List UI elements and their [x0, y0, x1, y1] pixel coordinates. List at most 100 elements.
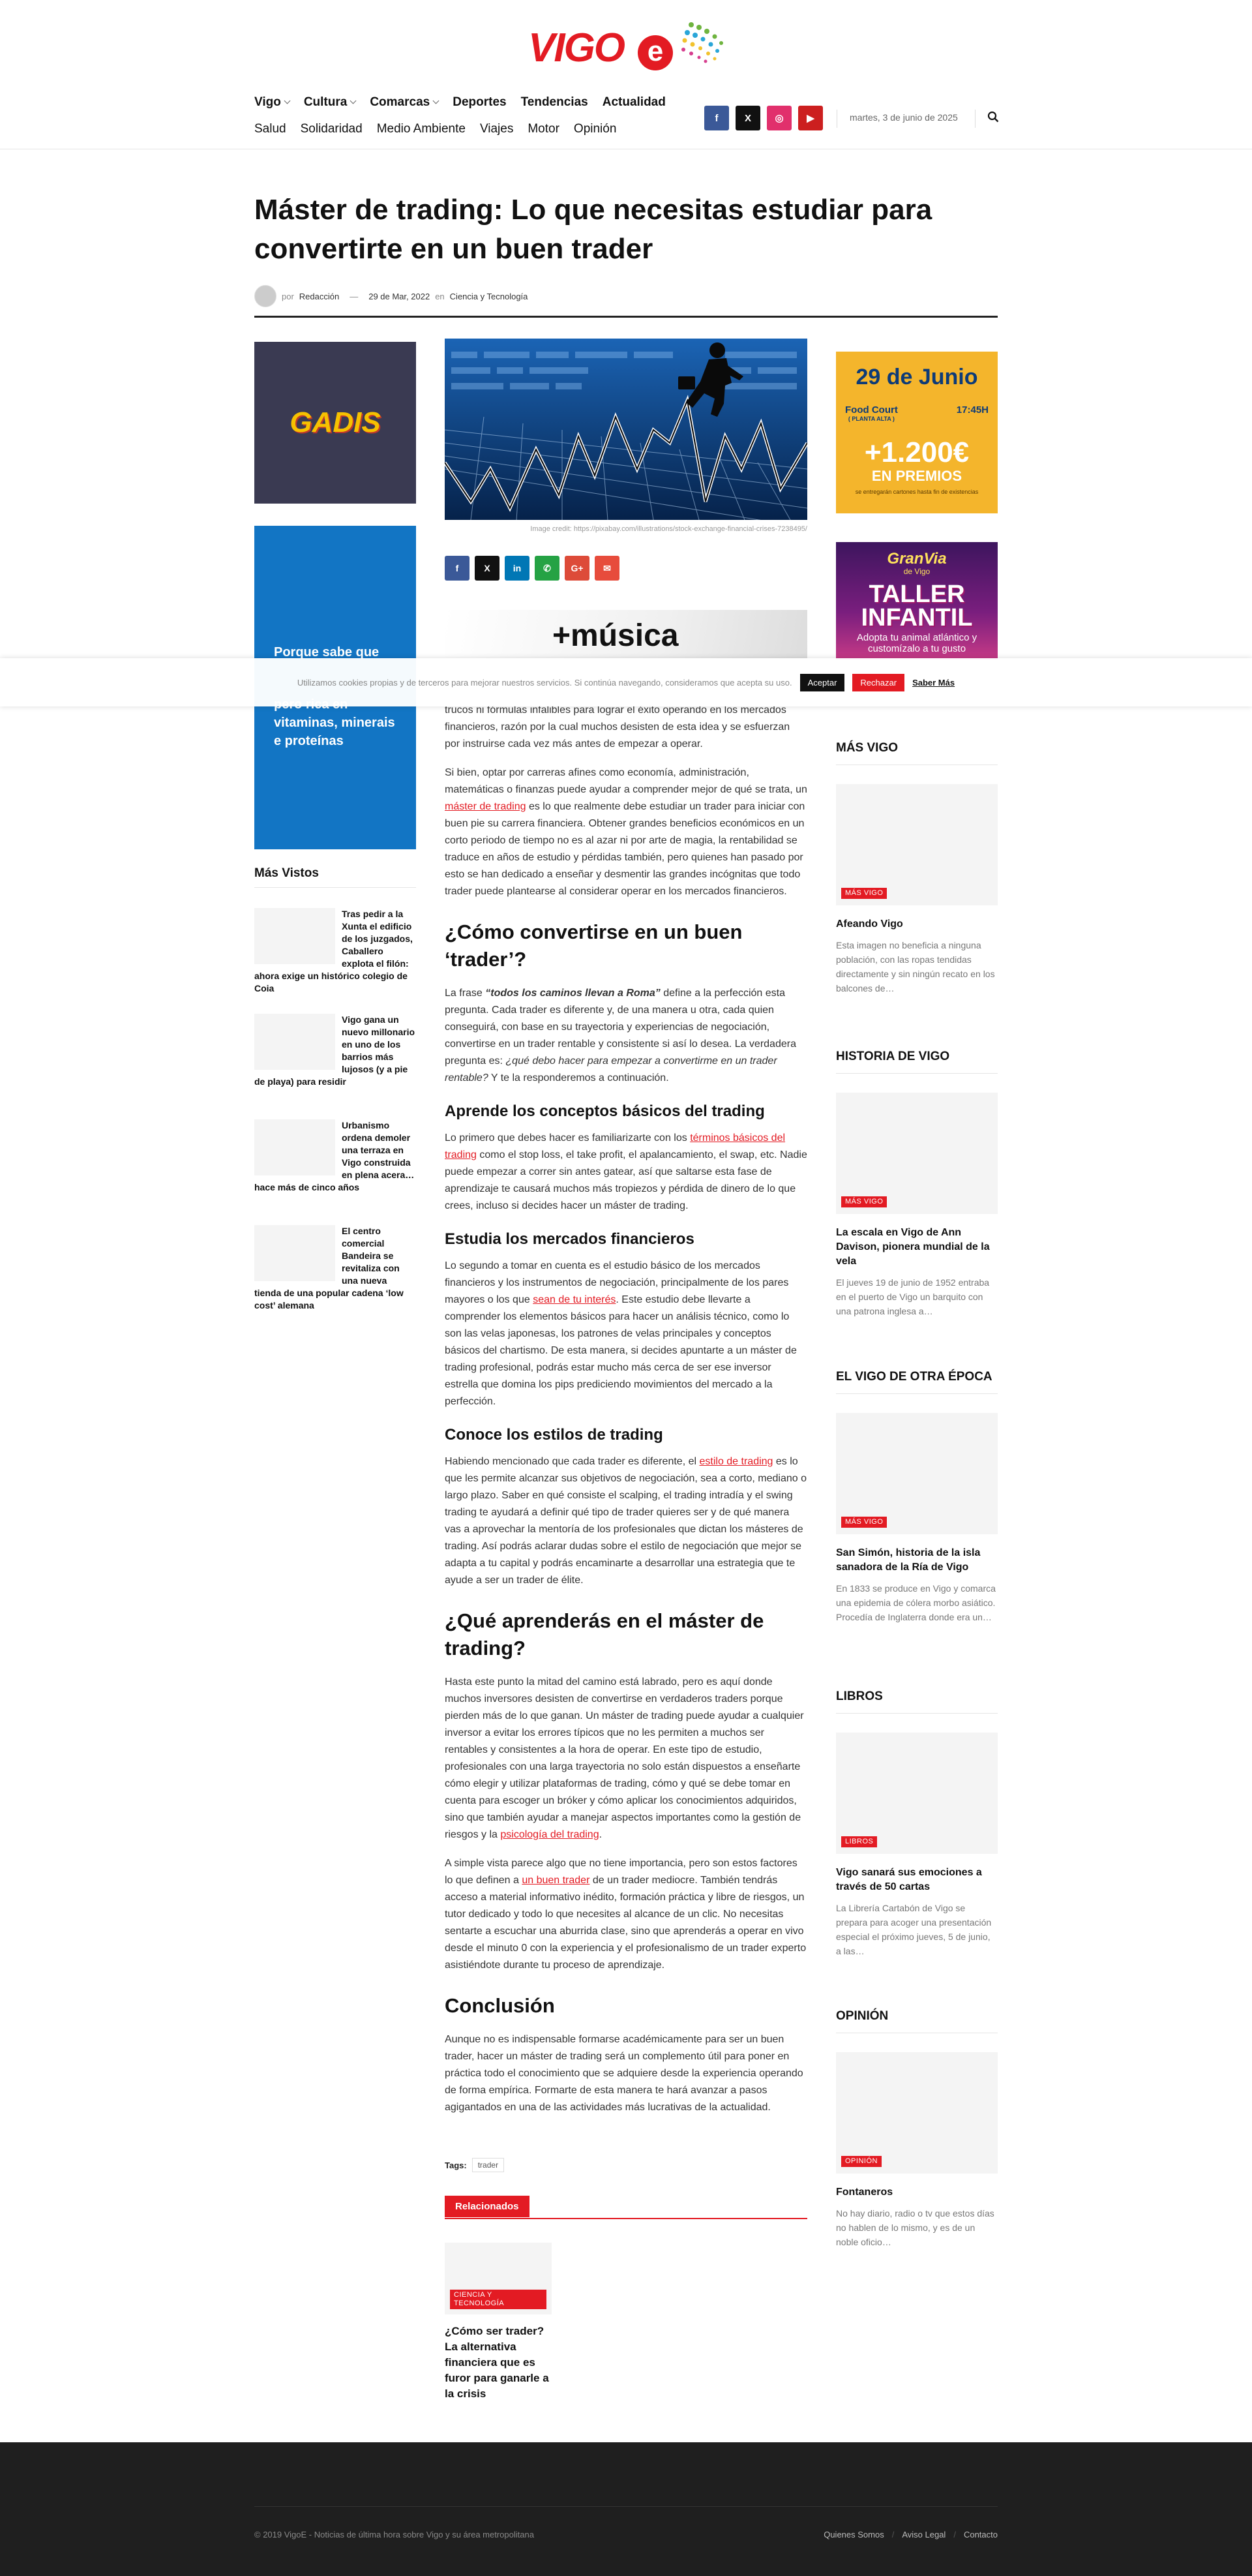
- related-title[interactable]: ¿Cómo ser trader? La alternativa financi…: [445, 2324, 552, 2402]
- granvia-ad[interactable]: GranVia de Vigo TALLER INFANTIL Adopta tu…: [836, 542, 998, 659]
- gadis-ad[interactable]: GADIS: [254, 342, 416, 504]
- share-x-button[interactable]: X: [475, 556, 499, 581]
- mas-vistos-item[interactable]: El centro comercial Bandeira se revitali…: [254, 1225, 416, 1312]
- title-divider: [254, 316, 998, 318]
- share-email-button[interactable]: ✉: [595, 556, 619, 581]
- stock-chart-illustration: [445, 339, 807, 520]
- nav-item-0[interactable]: Salud: [254, 122, 286, 136]
- junio-ad[interactable]: 29 de Junio Food Court( PLANTA ALTA ) 17…: [836, 352, 998, 513]
- sidebar-card[interactable]: Libros Vigo sanará sus emociones a través…: [836, 1733, 998, 1958]
- article-date[interactable]: 29 de Mar, 2022: [368, 292, 430, 301]
- nav-item-3[interactable]: Viajes: [480, 122, 513, 136]
- tag-link[interactable]: trader: [471, 2158, 505, 2172]
- youtube-icon[interactable]: ▶: [798, 106, 823, 130]
- nav-item-actualidad[interactable]: Actualidad: [603, 95, 666, 110]
- nav-item-1[interactable]: Solidaridad: [301, 122, 363, 136]
- nav-item-vigo[interactable]: Vigo: [254, 95, 290, 110]
- sidebar-card-excerpt: Esta imagen no beneficia a ninguna pobla…: [836, 940, 995, 993]
- musica-ad[interactable]: +música: [445, 610, 807, 659]
- facebook-icon[interactable]: f: [704, 106, 729, 130]
- nav-item-4[interactable]: Motor: [528, 122, 559, 136]
- related-badge[interactable]: Ciencia y Tecnología: [450, 2290, 546, 2309]
- sidebar-thumbnail[interactable]: Más Vigo: [836, 784, 998, 905]
- share-linkedin-button[interactable]: in: [505, 556, 529, 581]
- author-avatar[interactable]: [254, 285, 276, 307]
- related-thumbnail[interactable]: Ciencia y Tecnología: [445, 2243, 552, 2314]
- nav-item-2[interactable]: Medio Ambiente: [377, 122, 466, 136]
- page: VIGO e Vigo Cultura Comarcas Deportes Tenden…: [0, 0, 1252, 2576]
- meta-by: por: [282, 291, 294, 301]
- junio-date: 29 de Junio: [856, 365, 978, 389]
- sidebar-thumbnail[interactable]: Más Vigo: [836, 1093, 998, 1214]
- inline-link[interactable]: psicología del trading: [500, 1829, 599, 1840]
- mas-vistos-thumbnail[interactable]: [254, 1014, 335, 1070]
- author-link[interactable]: Redacción: [299, 292, 339, 301]
- share-whatsapp-button[interactable]: ✆: [535, 556, 559, 581]
- nav-item-5[interactable]: Opinión: [574, 122, 617, 136]
- article-title: Máster de trading: Lo que necesitas estu…: [254, 194, 932, 265]
- mas-vistos-item[interactable]: Urbanismo ordena demoler una terraza en …: [254, 1119, 416, 1194]
- category-link[interactable]: Ciencia y Tecnología: [450, 292, 528, 301]
- share-bar: f Xin ✆ G+ ✉: [445, 556, 619, 581]
- instagram-icon[interactable]: ◎: [767, 106, 792, 130]
- sidebar-card[interactable]: Más Vigo San Simón, historia de la isla s…: [836, 1413, 998, 1624]
- cookie-more-link[interactable]: Saber Más: [912, 678, 955, 688]
- cookie-reject-button[interactable]: Rechazar: [852, 673, 905, 691]
- sidebar-thumbnail[interactable]: Más Vigo: [836, 1413, 998, 1534]
- mas-vistos-item[interactable]: Vigo gana un nuevo millonario en uno de …: [254, 1014, 416, 1088]
- nav-item-deportes[interactable]: Deportes: [453, 95, 506, 110]
- sidebar-card[interactable]: Más Vigo Afeando Vigo Esta imagen no benef…: [836, 784, 998, 995]
- inline-link[interactable]: un buen trader: [522, 1875, 589, 1886]
- subsection-heading: Conoce los estilos de trading: [445, 1426, 663, 1444]
- nav-item-comarcas[interactable]: Comarcas: [370, 95, 438, 110]
- sidebar-badge[interactable]: Más Vigo: [841, 1196, 887, 1207]
- paragraph: Lo primero que debes hacer es familiariz…: [445, 1132, 807, 1211]
- footer-link[interactable]: Contacto: [964, 2530, 998, 2539]
- sidebar-card-title[interactable]: San Simón, historia de la isla sanadora …: [836, 1546, 998, 1575]
- meta-in: en: [435, 291, 445, 301]
- share-facebook-button[interactable]: f: [445, 556, 470, 581]
- logo-dots-icon: [681, 22, 723, 63]
- sidebar-card-title[interactable]: Afeando Vigo: [836, 917, 998, 932]
- sidebar-card-title[interactable]: Fontaneros: [836, 2185, 998, 2200]
- featured-image[interactable]: [445, 339, 807, 520]
- mas-vistos-thumbnail[interactable]: [254, 1225, 335, 1281]
- sidebar-thumbnail[interactable]: Libros: [836, 1733, 998, 1854]
- sidebar-card-title[interactable]: Vigo sanará sus emociones a través de 50…: [836, 1866, 998, 1894]
- nav-item-tendencias[interactable]: Tendencias: [521, 95, 588, 110]
- inline-link[interactable]: máster de trading: [445, 801, 526, 812]
- mas-vistos-item[interactable]: Tras pedir a la Xunta el edificio de los…: [254, 908, 416, 995]
- sidebar-card[interactable]: Opinión Fontaneros No hay diario, radio o …: [836, 2052, 998, 2249]
- sidebar-card-excerpt: En 1833 se produce en Vigo y comarca una…: [836, 1583, 996, 1622]
- related-card[interactable]: Ciencia y Tecnología ¿Cómo ser trader? L…: [445, 2243, 552, 2402]
- footer-link[interactable]: Quienes Somos: [824, 2530, 884, 2539]
- sidebar-badge[interactable]: Más Vigo: [841, 1517, 887, 1528]
- inline-link[interactable]: sean de tu interés: [533, 1294, 616, 1305]
- sidebar-card-title[interactable]: La escala en Vigo de Ann Davison, pioner…: [836, 1226, 998, 1269]
- image-credit[interactable]: Image credit: https://pixabay.com/illust…: [445, 525, 807, 533]
- granvia-sub: de Vigo: [903, 567, 931, 576]
- paragraph: Lo segundo a tomar en cuenta es el estud…: [445, 1260, 797, 1407]
- secondary-nav: Salud Solidaridad Medio Ambiente Viajes Moto…: [254, 122, 616, 136]
- junio-place-sub: ( PLANTA ALTA ): [848, 416, 895, 422]
- footer-link[interactable]: Aviso Legal: [902, 2530, 946, 2539]
- sidebar-badge[interactable]: Libros: [841, 1836, 878, 1847]
- sidebar-badge[interactable]: Más Vigo: [841, 888, 887, 899]
- primary-nav: Vigo Cultura Comarcas Deportes Tendencias Act…: [254, 95, 666, 110]
- sidebar-thumbnail[interactable]: Opinión: [836, 2052, 998, 2174]
- mas-vistos-thumbnail[interactable]: [254, 1119, 335, 1175]
- sidebar-badge[interactable]: Opinión: [841, 2156, 882, 2167]
- search-icon[interactable]: [987, 111, 999, 123]
- site-logo[interactable]: VIGO e: [528, 13, 724, 72]
- paragraph: Aunque no es indispensable formarse acad…: [445, 2034, 803, 2113]
- mas-vistos-thumbnail[interactable]: [254, 908, 335, 964]
- sidebar-card[interactable]: Más Vigo La escala en Vigo de Ann Davison…: [836, 1093, 998, 1318]
- sidebar-section-title: MÁS VIGO: [836, 741, 998, 765]
- share-google-button[interactable]: G+: [565, 556, 589, 581]
- inline-link[interactable]: estilo de trading: [699, 1456, 773, 1467]
- cookie-accept-button[interactable]: Aceptar: [799, 673, 845, 691]
- footer-links: Quienes Somos / Aviso Legal / Contacto: [824, 2530, 998, 2539]
- nav-item-cultura[interactable]: Cultura: [304, 95, 356, 110]
- sidebar-section-title: LIBROS: [836, 1690, 998, 1714]
- x-icon[interactable]: X: [736, 106, 760, 130]
